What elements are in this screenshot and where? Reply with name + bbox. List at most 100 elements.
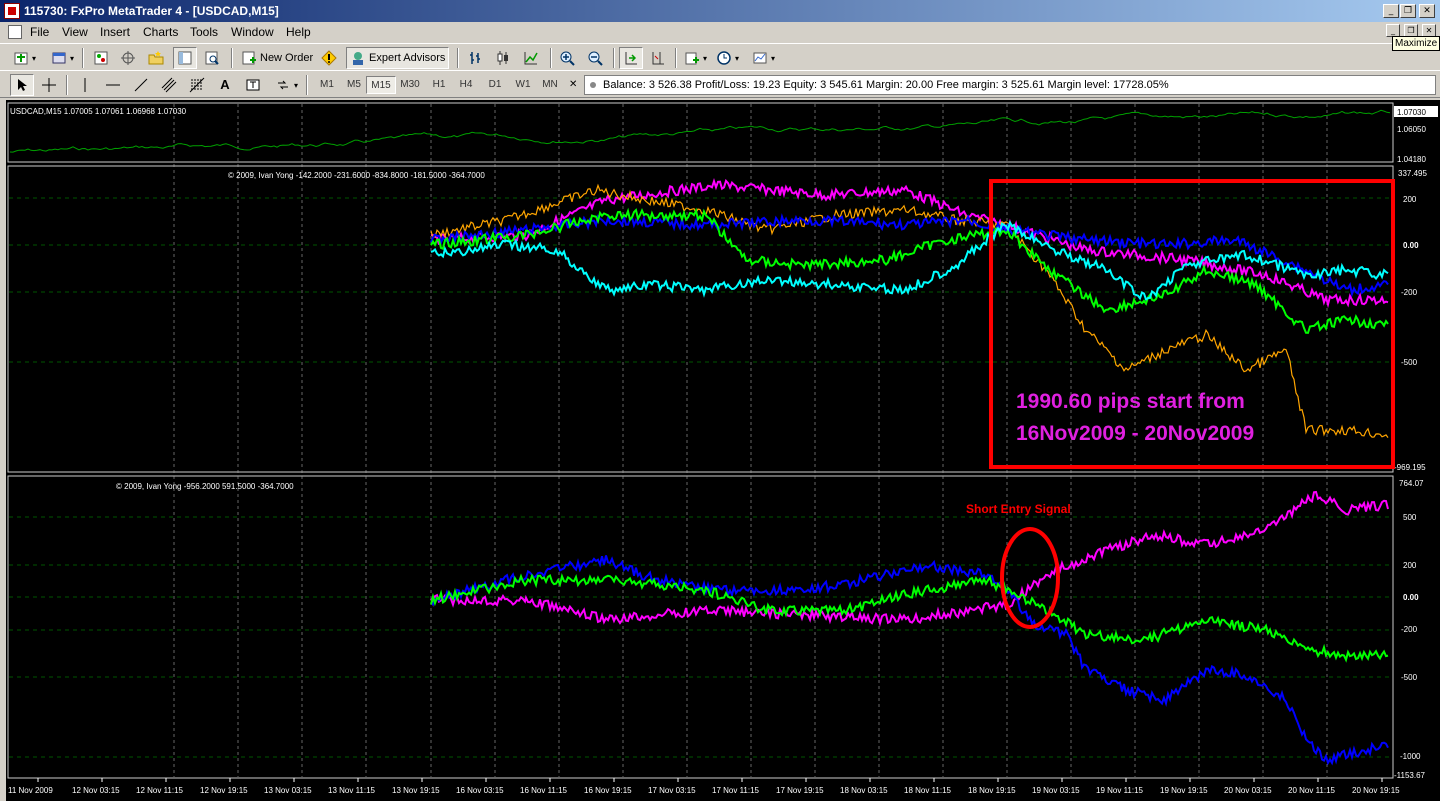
timeframe-m15[interactable]: M15 xyxy=(366,76,396,94)
main-pane-border xyxy=(7,102,1394,163)
time-axis-label: 16 Nov 03:15 xyxy=(456,786,504,795)
bar-chart-button[interactable] xyxy=(464,47,486,69)
indicators-icon xyxy=(684,50,700,66)
market-watch-icon xyxy=(93,50,109,66)
menu-view[interactable]: View xyxy=(62,25,88,39)
cursor-tool[interactable] xyxy=(10,74,34,96)
trendline-tool[interactable] xyxy=(130,74,152,96)
time-axis-label: 16 Nov 11:15 xyxy=(520,786,568,795)
new-chart-button[interactable]: ▾ xyxy=(10,47,39,69)
crosshair-target-icon xyxy=(120,50,136,66)
periods-button[interactable]: ▾ xyxy=(713,47,742,69)
candlestick-button[interactable] xyxy=(492,47,514,69)
restore-button[interactable]: ❐ xyxy=(1400,4,1416,18)
crosshair-tool[interactable] xyxy=(38,74,60,96)
expert-advisor-icon xyxy=(350,50,366,66)
indicator1-line xyxy=(430,219,1389,301)
close-toolbar-button[interactable]: ✕ xyxy=(566,73,580,95)
menu-file[interactable]: File xyxy=(30,25,49,39)
equidistant-channel-tool[interactable] xyxy=(158,74,180,96)
time-axis-label: 18 Nov 19:15 xyxy=(968,786,1016,795)
time-axis-label: 12 Nov 19:15 xyxy=(200,786,248,795)
timeframe-h4[interactable]: H4 xyxy=(451,76,481,94)
market-watch-button[interactable] xyxy=(90,47,112,69)
menu-tools[interactable]: Tools xyxy=(190,25,218,39)
chart-svg: USDCAD,M15 1.07005 1.07061 1.06968 1.070… xyxy=(7,102,1438,795)
time-axis-label: 17 Nov 03:15 xyxy=(648,786,696,795)
timeframe-d1[interactable]: D1 xyxy=(480,76,510,94)
ind2-scale-max: 764.07 xyxy=(1399,479,1424,488)
data-window-button[interactable] xyxy=(117,47,139,69)
fibonacci-tool[interactable] xyxy=(186,74,208,96)
templates-button[interactable]: ▾ xyxy=(749,47,778,69)
title-bar: 115730: FxPro MetaTrader 4 - [USDCAD,M15… xyxy=(0,0,1440,22)
text-tool[interactable]: A xyxy=(214,74,236,96)
auto-scroll-button[interactable] xyxy=(619,47,643,69)
clock-icon xyxy=(716,50,732,66)
zoom-out-icon xyxy=(587,50,603,66)
bar-chart-icon xyxy=(467,50,483,66)
menu-charts[interactable]: Charts xyxy=(143,25,178,39)
time-axis-label: 18 Nov 11:15 xyxy=(904,786,952,795)
chart-shift-button[interactable] xyxy=(647,47,669,69)
line-chart-button[interactable] xyxy=(520,47,542,69)
ind1-scale-neg200: -200 xyxy=(1401,288,1418,297)
main-chart-header: USDCAD,M15 1.07005 1.07061 1.06968 1.070… xyxy=(10,107,187,116)
time-axis-label: 17 Nov 19:15 xyxy=(776,786,824,795)
line-chart-icon xyxy=(523,50,539,66)
timeframe-m1[interactable]: M1 xyxy=(312,76,342,94)
chart-document-icon[interactable] xyxy=(8,25,22,39)
arrows-icon xyxy=(275,77,291,93)
horizontal-line-tool[interactable] xyxy=(102,74,124,96)
new-order-icon xyxy=(241,50,257,66)
expert-advisors-label: Expert Advisors xyxy=(369,52,446,64)
ind2-scale-min: -1153.67 xyxy=(1394,771,1426,780)
app-icon[interactable] xyxy=(4,3,20,19)
expert-advisors-button[interactable]: Expert Advisors xyxy=(346,47,450,69)
ind2-scale-zero: 0.00 xyxy=(1403,593,1419,602)
timeframe-m5[interactable]: M5 xyxy=(339,76,369,94)
time-axis-label: 17 Nov 11:15 xyxy=(712,786,760,795)
timeframe-mn[interactable]: MN xyxy=(535,76,565,94)
new-order-button[interactable]: New Order xyxy=(238,47,316,69)
ind1-scale-neg500: -500 xyxy=(1401,358,1418,367)
menu-window[interactable]: Window xyxy=(231,25,274,39)
timeframe-h1[interactable]: H1 xyxy=(424,76,454,94)
profiles-button[interactable]: ▾ xyxy=(48,47,77,69)
window-title: 115730: FxPro MetaTrader 4 - [USDCAD,M15… xyxy=(24,4,279,18)
terminal-button[interactable] xyxy=(173,47,197,69)
timeframe-m30[interactable]: M30 xyxy=(395,76,425,94)
zoom-in-button[interactable] xyxy=(556,47,578,69)
timeframe-w1[interactable]: W1 xyxy=(508,76,538,94)
ind1-scale-200: 200 xyxy=(1403,195,1417,204)
horizontal-line-icon xyxy=(105,77,121,93)
menu-insert[interactable]: Insert xyxy=(100,25,130,39)
time-axis-label: 18 Nov 03:15 xyxy=(840,786,888,795)
menu-help[interactable]: Help xyxy=(286,25,311,39)
indicator2-line xyxy=(430,572,1389,663)
navigator-button[interactable] xyxy=(145,47,167,69)
strategy-tester-button[interactable] xyxy=(201,47,223,69)
text-label-tool[interactable] xyxy=(242,74,264,96)
time-axis-label: 12 Nov 03:15 xyxy=(72,786,120,795)
arrows-tool[interactable]: ▾ xyxy=(272,74,301,96)
price-line xyxy=(9,109,1391,153)
close-button[interactable]: ✕ xyxy=(1419,4,1435,18)
channel-icon xyxy=(161,77,177,93)
price-label-current: 1.07030 xyxy=(1397,108,1426,117)
pips-annotation-line1: 1990.60 pips start from xyxy=(1016,390,1245,413)
vertical-line-tool[interactable] xyxy=(74,74,96,96)
metaeditor-button[interactable] xyxy=(318,47,340,69)
minimize-button[interactable]: _ xyxy=(1383,4,1399,18)
fibonacci-icon xyxy=(189,77,205,93)
indicator2-header: © 2009, Ivan Yong -956.2000 591.5000 -36… xyxy=(116,482,294,491)
time-axis-label: 20 Nov 19:15 xyxy=(1352,786,1400,795)
indicators-button[interactable]: ▾ xyxy=(681,47,710,69)
time-axis-label: 16 Nov 19:15 xyxy=(584,786,632,795)
ind2-scale-neg500: -500 xyxy=(1401,673,1418,682)
vertical-line-icon xyxy=(77,77,93,93)
chart-window[interactable]: USDCAD,M15 1.07005 1.07061 1.06968 1.070… xyxy=(6,100,1440,801)
zoom-out-button[interactable] xyxy=(584,47,606,69)
new-chart-icon xyxy=(13,50,29,66)
drawing-toolbar: A ▾ M1 M5 M15 M30 H1 H4 D1 W1 MN ✕ Balan… xyxy=(0,70,1440,98)
